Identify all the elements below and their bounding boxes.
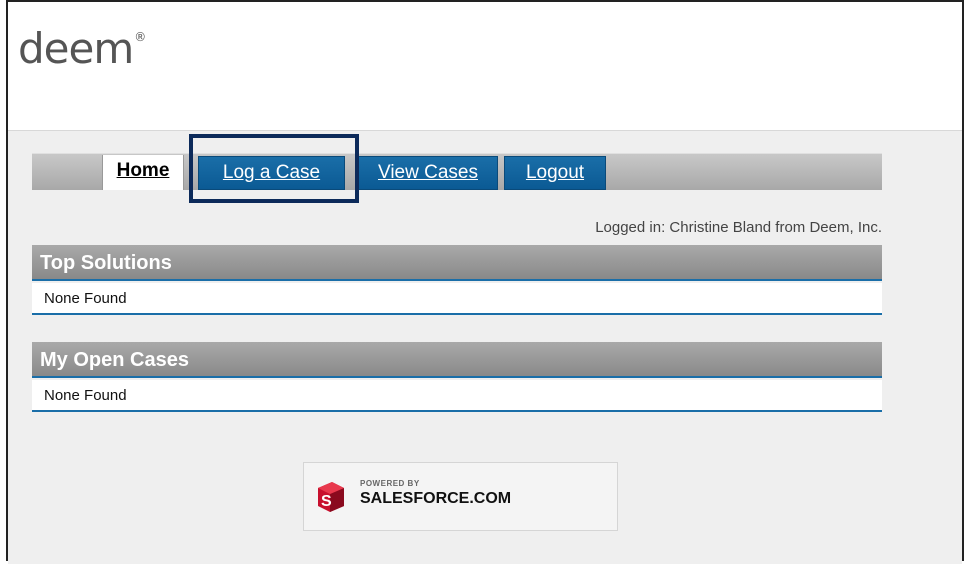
top-solutions-header: Top Solutions (32, 245, 882, 281)
open-cases-header: My Open Cases (32, 342, 882, 378)
main-content: Home Log a Case View Cases Logout Logged… (8, 130, 962, 564)
salesforce-cube-icon: S (318, 482, 344, 512)
tab-logout[interactable]: Logout (504, 156, 606, 190)
tab-bar: Home Log a Case View Cases Logout (32, 153, 882, 190)
powered-by-salesforce-badge[interactable]: S POWERED BY SALESFORCE.COM (303, 462, 618, 531)
top-solutions-body: None Found (32, 283, 882, 315)
powered-by-label: POWERED BY (360, 479, 420, 488)
tab-home[interactable]: Home (102, 155, 184, 190)
tab-view-cases[interactable]: View Cases (358, 156, 498, 190)
logo-mark: ® (134, 30, 146, 44)
svg-text:S: S (321, 493, 332, 510)
salesforce-label: SALESFORCE.COM (360, 490, 512, 507)
logged-in-status: Logged in: Christine Bland from Deem, In… (595, 219, 882, 236)
open-cases-body: None Found (32, 380, 882, 412)
deem-logo: deem® (18, 24, 146, 73)
app-frame: deem® Home Log a Case View Cases Logout … (6, 0, 964, 564)
log-a-case-highlight (189, 134, 359, 203)
